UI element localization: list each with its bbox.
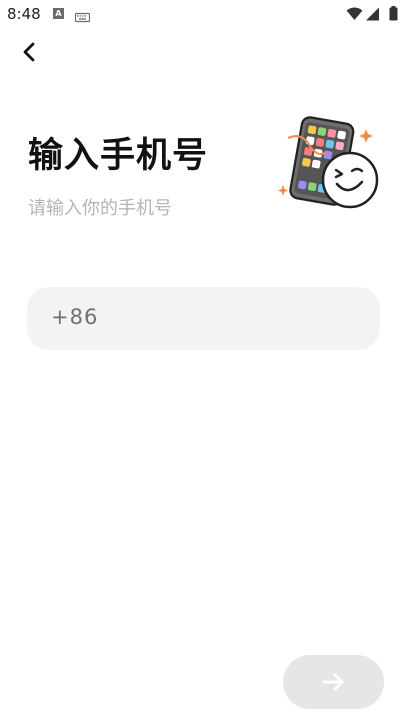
phone-number-input[interactable] bbox=[107, 297, 361, 342]
chevron-left-icon bbox=[23, 42, 35, 62]
a-notification-icon: A bbox=[53, 8, 64, 19]
status-bar: 8:48 A bbox=[0, 0, 407, 28]
battery-icon bbox=[389, 6, 398, 25]
arrow-right-icon bbox=[322, 673, 344, 691]
signal-icon bbox=[365, 6, 380, 25]
next-button[interactable] bbox=[283, 655, 384, 709]
phone-number-field[interactable]: +86 bbox=[27, 287, 380, 350]
status-time: 8:48 bbox=[7, 5, 41, 23]
phone-smiley-illustration bbox=[274, 112, 386, 212]
phone-login-screen: 8:48 A 输入手机号 请输入你的手机号 +86 bbox=[0, 0, 407, 723]
keyboard-icon bbox=[74, 8, 91, 27]
page-title: 输入手机号 bbox=[28, 136, 209, 176]
page-subtitle: 请输入你的手机号 bbox=[28, 198, 172, 219]
wifi-icon bbox=[346, 6, 363, 25]
back-button[interactable] bbox=[14, 36, 46, 68]
country-code[interactable]: +86 bbox=[51, 305, 98, 329]
